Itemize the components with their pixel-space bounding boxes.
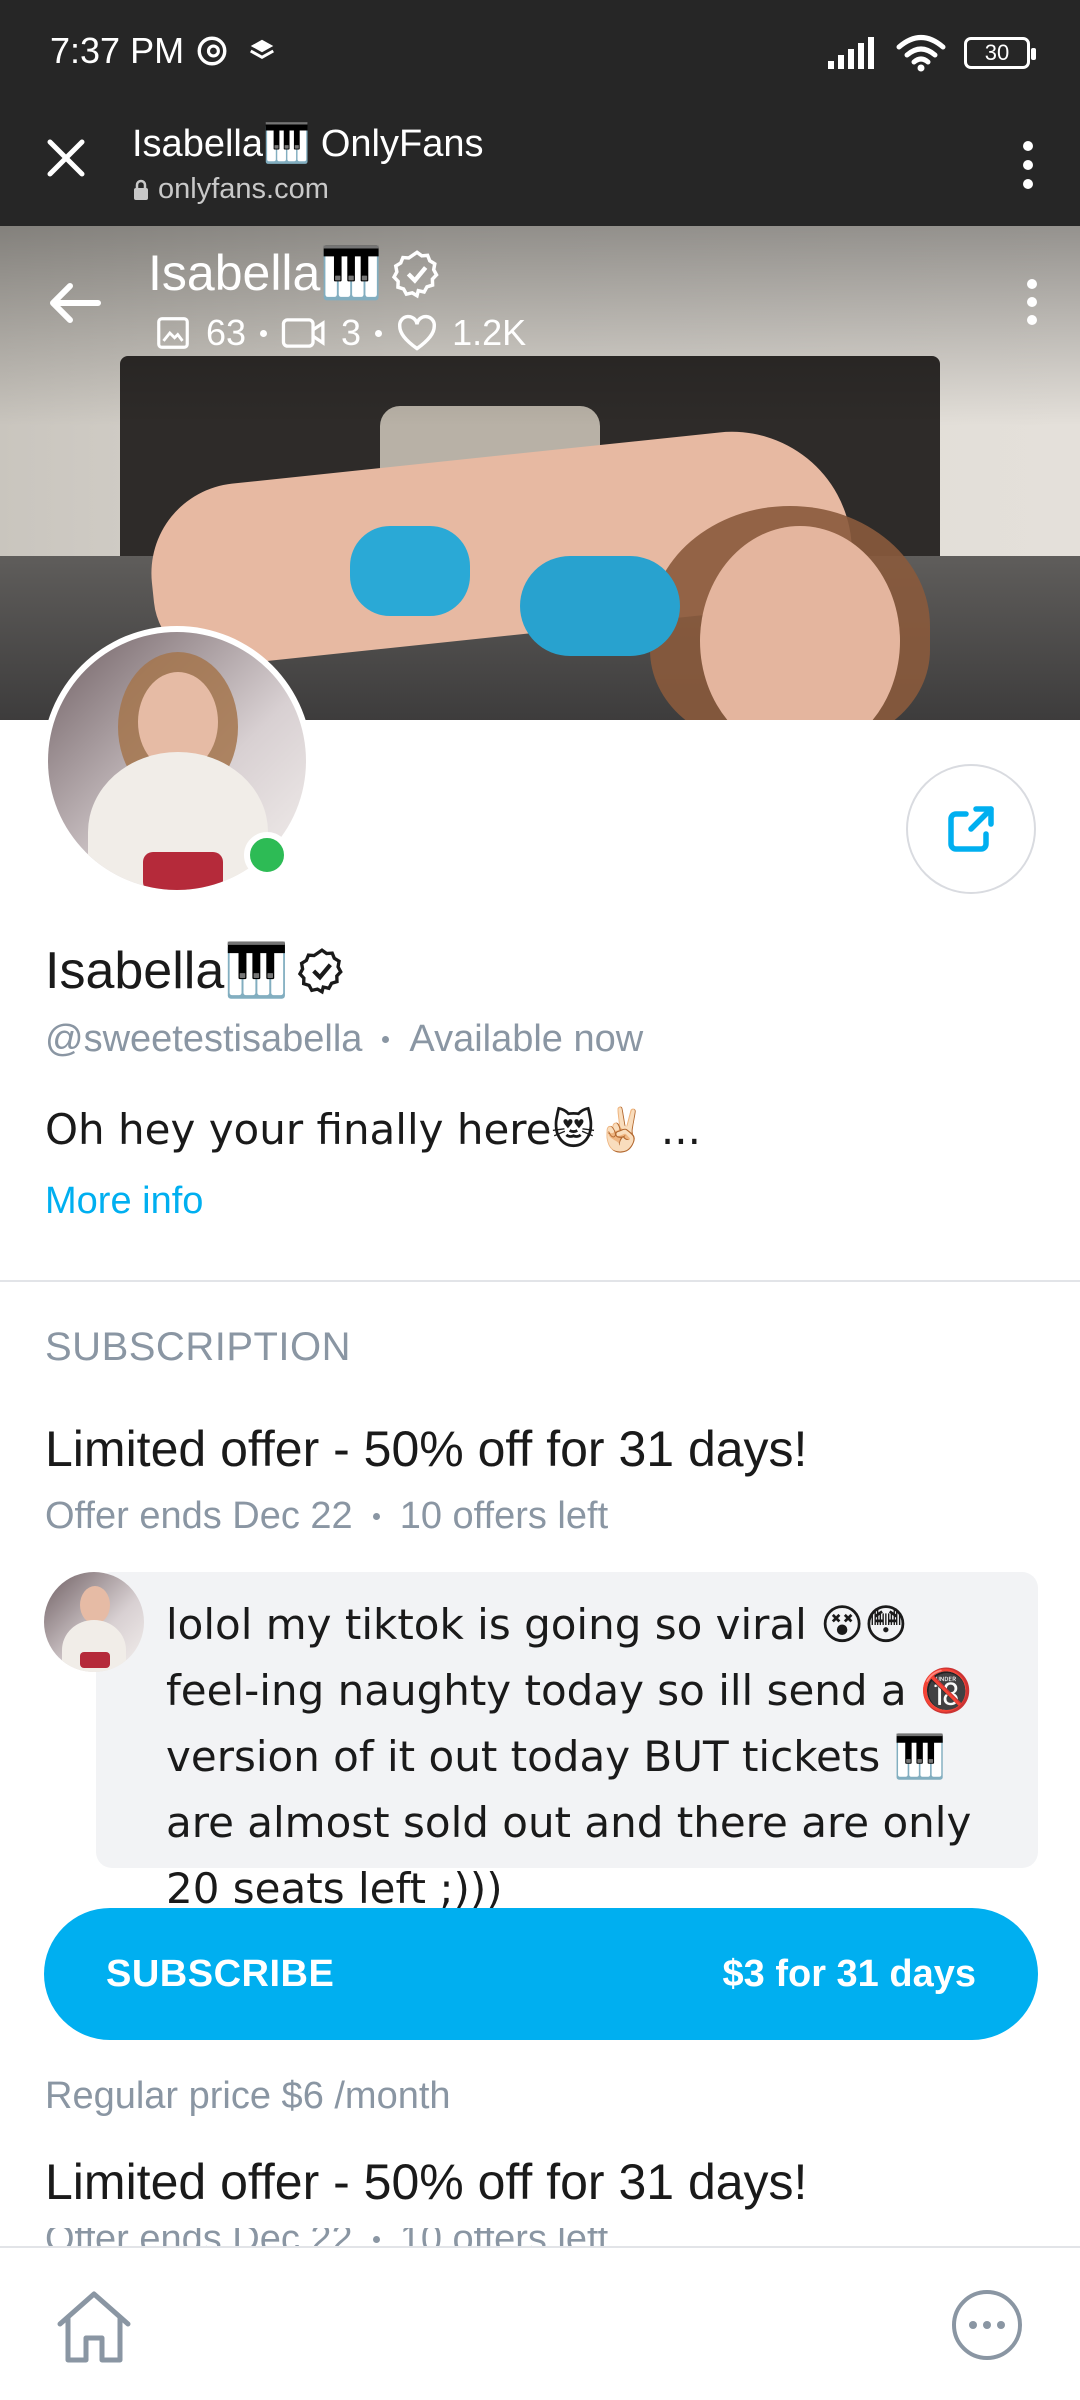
photos-count: 63: [206, 312, 247, 353]
promo-message-text: lolol my tiktok is going so viral 😵😳 fee…: [166, 1600, 973, 1913]
signal-icon: [828, 37, 874, 69]
more-vertical-icon[interactable]: [1012, 272, 1052, 332]
subscription-heading: SUBSCRIPTION: [45, 1325, 352, 1369]
divider: [0, 1280, 1080, 1282]
cover-name-text: Isabella🎹: [148, 245, 383, 301]
offer-ends: Offer ends Dec 22: [45, 1495, 353, 1537]
back-arrow-icon[interactable]: [40, 268, 110, 338]
offer-meta: Offer ends Dec 22 10 offers left: [45, 1495, 608, 1538]
verified-icon: [391, 249, 439, 298]
verified-icon: [297, 947, 343, 994]
promo-message: lolol my tiktok is going so viral 😵😳 fee…: [96, 1572, 1038, 1913]
status-time: 7:37 PM: [50, 30, 185, 71]
lock-icon: [134, 179, 148, 200]
browser-toolbar: Isabella🎹 OnlyFans onlyfans.com: [0, 108, 1080, 226]
offer-title: Limited offer - 50% off for 31 days!: [45, 2154, 808, 2210]
video-icon: [281, 318, 325, 348]
regular-price: Regular price $6 /month: [45, 2075, 451, 2117]
home-icon[interactable]: [52, 2286, 136, 2366]
browser-page-title: Isabella🎹 OnlyFans: [132, 123, 484, 165]
wifi-icon: [896, 35, 946, 72]
battery-indicator: 30: [964, 37, 1036, 69]
subscribe-button[interactable]: SUBSCRIBE $3 for 31 days: [44, 1908, 1038, 2040]
close-icon[interactable]: [38, 130, 94, 186]
more-info-link[interactable]: More info: [45, 1180, 203, 1223]
battery-level: 30: [984, 40, 1010, 65]
bottom-nav: [0, 2246, 1080, 2400]
more-horizontal-icon[interactable]: [950, 2288, 1024, 2362]
status-app-icons: [195, 34, 277, 68]
heart-icon: [398, 314, 437, 351]
cover-name: Isabella🎹: [148, 244, 443, 303]
offer-title: Limited offer - 50% off for 31 days!: [45, 1421, 808, 1477]
more-vertical-icon[interactable]: [1000, 130, 1056, 200]
profile-name-text: Isabella🎹: [45, 942, 289, 1000]
layers-icon: [250, 39, 274, 59]
share-button[interactable]: [906, 764, 1036, 894]
cover-stats: 63 3 1.2K: [154, 312, 526, 354]
status-bar: 7:37 PM 30: [0, 0, 1080, 108]
status-indicators: 30: [826, 34, 1036, 72]
profile-bio: Oh hey your finally here😻✌🏻 ...: [45, 1105, 701, 1154]
profile-handle: @sweetestisabella: [45, 1018, 363, 1060]
browser-url[interactable]: onlyfans.com: [132, 173, 329, 206]
threads-icon: [197, 36, 227, 66]
offers-left: 10 offers left: [399, 1495, 609, 1537]
online-status-dot: [244, 832, 290, 878]
image-icon: [157, 317, 189, 349]
profile-name: Isabella🎹: [45, 940, 347, 1001]
subscribe-label: SUBSCRIBE: [106, 1952, 335, 1995]
url-text: onlyfans.com: [158, 173, 329, 205]
subscribe-price: $3 for 31 days: [722, 1952, 976, 1995]
videos-count: 3: [341, 312, 362, 353]
share-icon: [948, 806, 994, 852]
message-avatar: [44, 1572, 144, 1672]
likes-count: 1.2K: [452, 312, 527, 353]
availability-status: Available now: [409, 1018, 644, 1060]
profile-meta: @sweetestisabella Available now: [45, 1018, 643, 1061]
